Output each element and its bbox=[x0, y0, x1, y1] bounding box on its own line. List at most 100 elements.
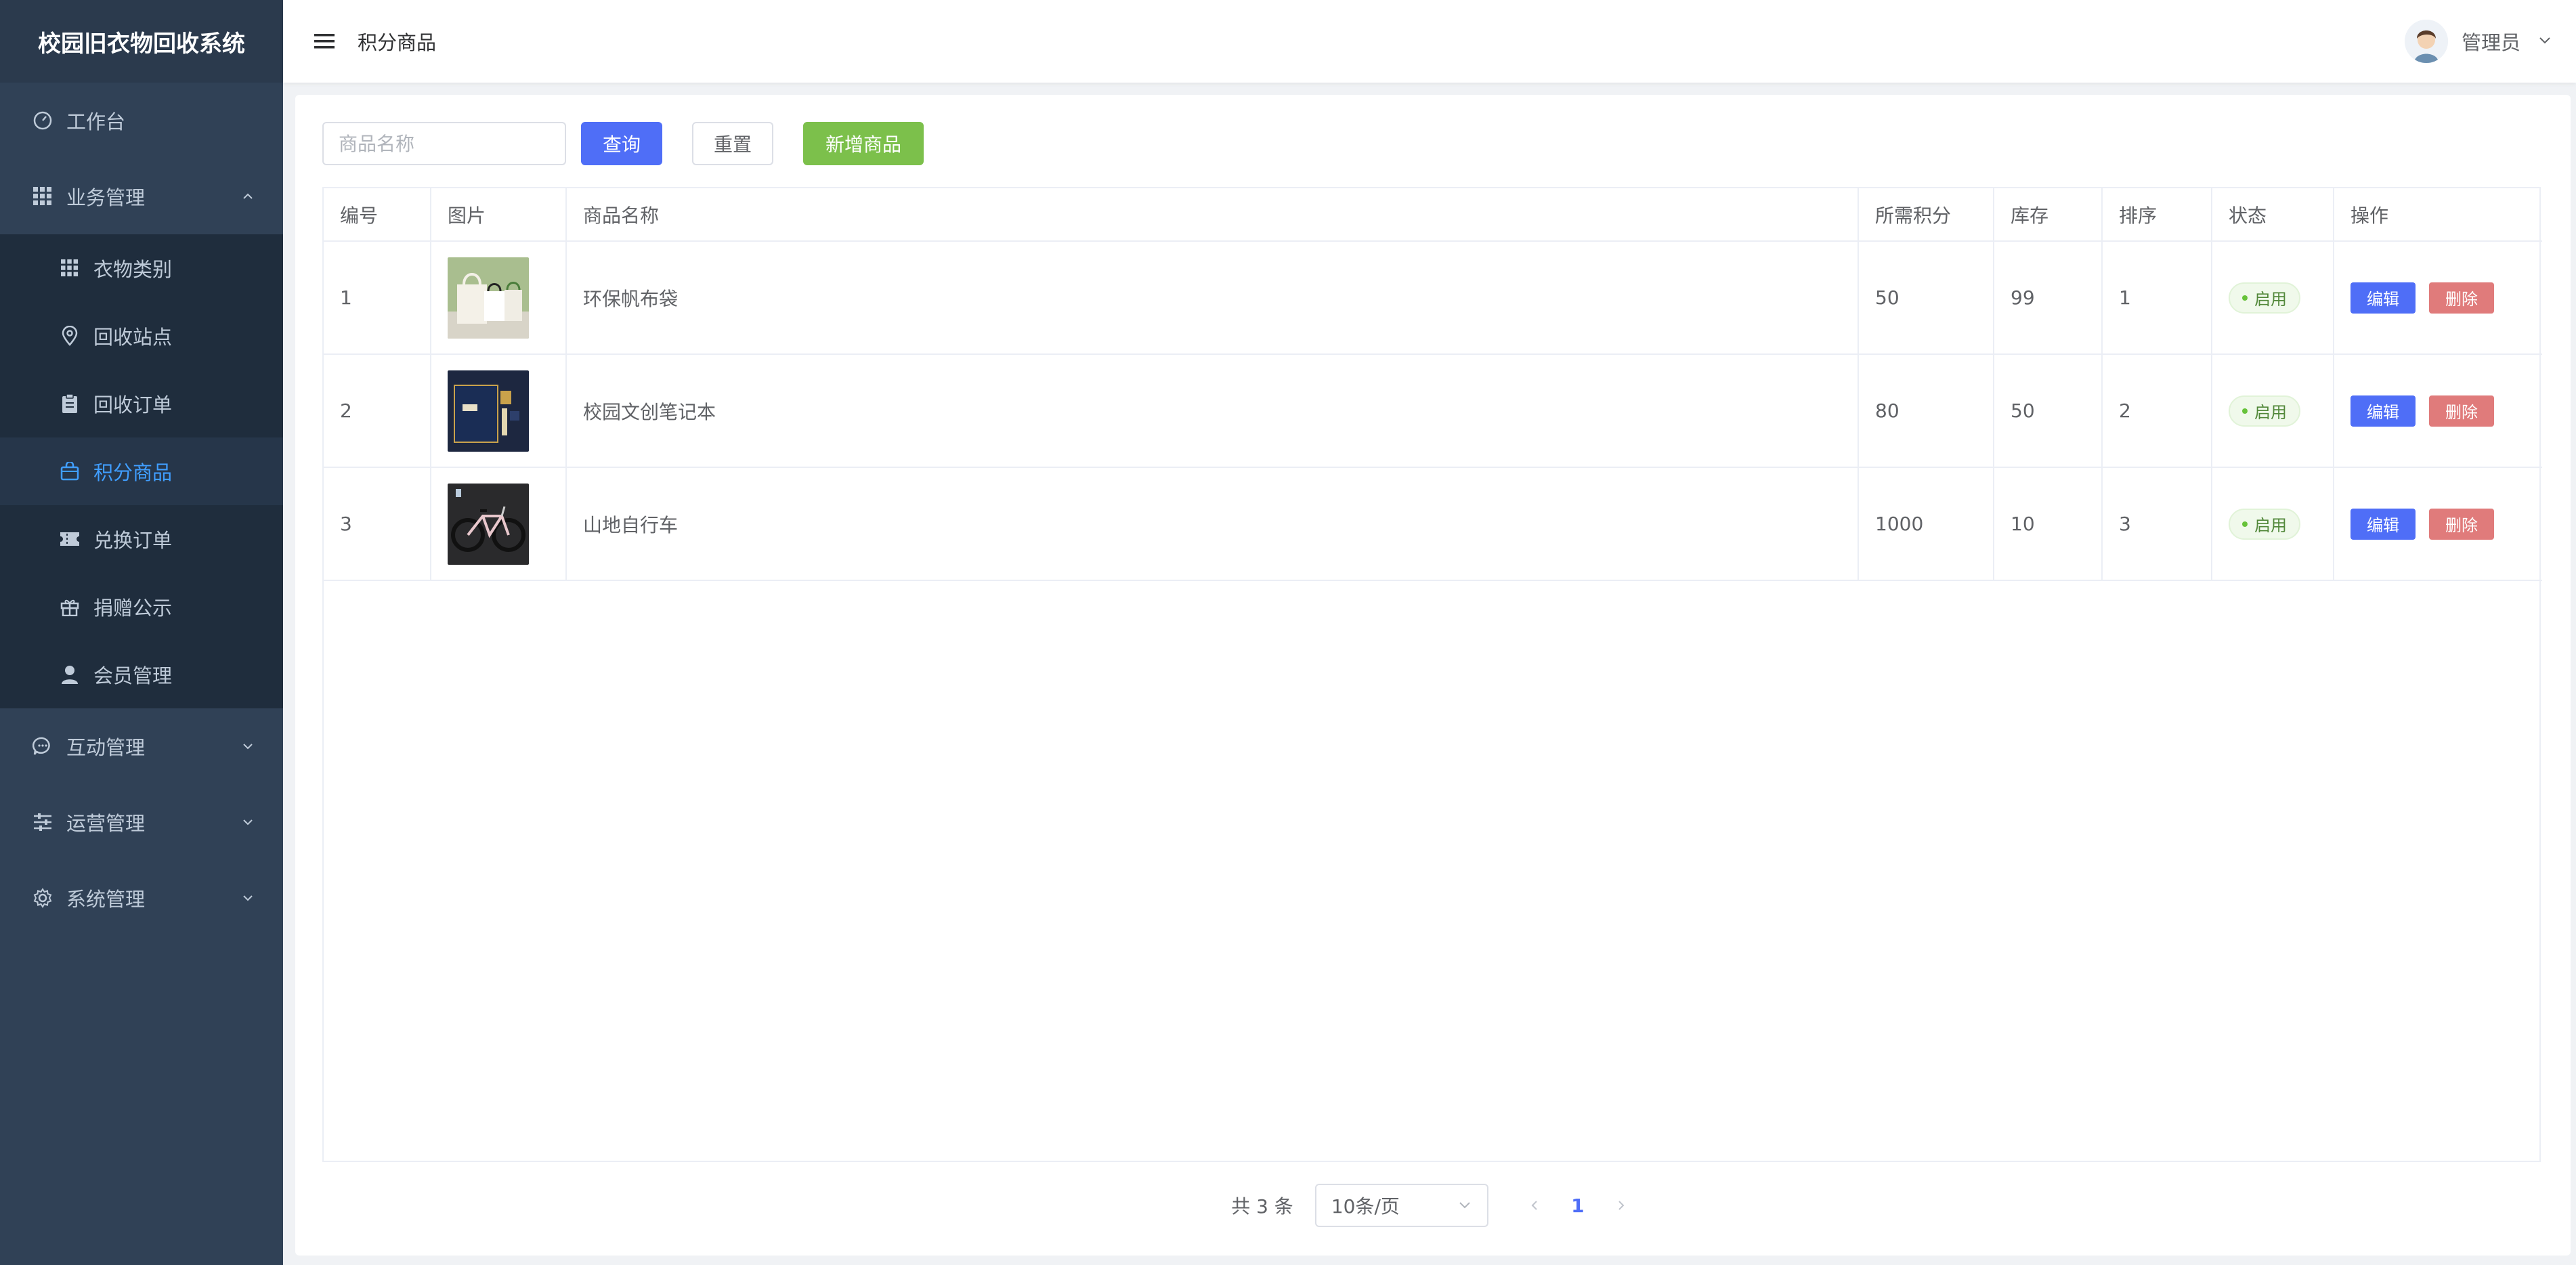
cell-stock: 50 bbox=[1994, 354, 2103, 468]
dashboard-icon bbox=[31, 109, 54, 132]
cell-image bbox=[431, 467, 567, 581]
delete-button[interactable]: 删除 bbox=[2429, 508, 2494, 540]
sidebar-item-operation[interactable]: 运营管理 bbox=[0, 784, 283, 860]
cell-stock: 99 bbox=[1994, 241, 2103, 355]
cell-actions: 编辑 删除 bbox=[2334, 467, 2542, 581]
menu-toggle-icon[interactable] bbox=[313, 30, 336, 53]
table-row: 2 校园文创笔记本 80 50 2 启用 编辑 删除 bbox=[324, 354, 2542, 468]
cell-points: 50 bbox=[1858, 241, 1994, 355]
add-goods-button[interactable]: 新增商品 bbox=[803, 122, 924, 165]
table-header-row: 编号 图片 商品名称 所需积分 库存 排序 状态 操作 bbox=[324, 188, 2542, 242]
sidebar-item-label: 兑换订单 bbox=[93, 529, 173, 552]
breadcrumb: 积分商品 bbox=[358, 31, 437, 54]
column-header: 编号 bbox=[324, 188, 431, 242]
sidebar-item-label: 捐赠公示 bbox=[93, 597, 173, 620]
column-header: 状态 bbox=[2212, 188, 2334, 242]
cell-name: 校园文创笔记本 bbox=[566, 354, 1859, 468]
sidebar-item-business[interactable]: 业务管理 bbox=[0, 158, 283, 234]
user-menu[interactable]: 管理员 bbox=[2404, 0, 2553, 83]
goods-image-bicycle[interactable] bbox=[448, 483, 529, 565]
pagination: 共 3 条 10条/页 1 bbox=[295, 1184, 2571, 1227]
search-input[interactable] bbox=[322, 122, 566, 165]
sidebar-item-exchange-order[interactable]: 兑换订单 bbox=[0, 505, 283, 573]
sidebar-item-recycle-order[interactable]: 回收订单 bbox=[0, 370, 283, 437]
sidebar-item-label: 积分商品 bbox=[93, 461, 173, 484]
cell-name: 山地自行车 bbox=[566, 467, 1859, 581]
gear-icon bbox=[31, 886, 54, 909]
sidebar-item-label: 衣物类别 bbox=[93, 258, 173, 281]
status-dot bbox=[2242, 295, 2248, 301]
column-header: 商品名称 bbox=[566, 188, 1859, 242]
query-button[interactable]: 查询 bbox=[581, 122, 662, 165]
page-size-value: 10条/页 bbox=[1331, 1195, 1400, 1218]
main-panel: 查询 重置 新增商品 编号 图片 商品名称 所需积分 库存 排序 状态 操作 bbox=[295, 95, 2571, 1256]
cell-sort: 1 bbox=[2102, 241, 2212, 355]
cell-actions: 编辑 删除 bbox=[2334, 241, 2542, 355]
goods-table: 编号 图片 商品名称 所需积分 库存 排序 状态 操作 1 环保帆布袋 50 9… bbox=[322, 187, 2542, 1162]
gift-icon bbox=[58, 595, 81, 618]
sidebar-item-system[interactable]: 系统管理 bbox=[0, 860, 283, 936]
app-title: 校园旧衣物回收系统 bbox=[0, 0, 283, 83]
cell-id: 3 bbox=[324, 467, 431, 581]
chevron-down-icon bbox=[240, 738, 256, 754]
goods-image-notebook[interactable] bbox=[448, 370, 529, 452]
total-count: 共 3 条 bbox=[1231, 1195, 1293, 1218]
prev-page-button[interactable] bbox=[1521, 1192, 1548, 1219]
column-header: 所需积分 bbox=[1858, 188, 1994, 242]
edit-button[interactable]: 编辑 bbox=[2350, 508, 2416, 540]
sidebar-item-label: 回收订单 bbox=[93, 393, 173, 416]
bag-icon bbox=[58, 460, 81, 483]
cell-points: 1000 bbox=[1858, 467, 1994, 581]
page-size-select[interactable]: 10条/页 bbox=[1314, 1184, 1488, 1227]
sidebar-item-donation-notice[interactable]: 捐赠公示 bbox=[0, 573, 283, 641]
cell-actions: 编辑 删除 bbox=[2334, 354, 2542, 468]
edit-button[interactable]: 编辑 bbox=[2350, 282, 2416, 314]
cell-id: 1 bbox=[324, 241, 431, 355]
column-header: 操作 bbox=[2334, 188, 2542, 242]
next-page-button[interactable] bbox=[1608, 1192, 1635, 1219]
status-badge: 启用 bbox=[2229, 508, 2300, 540]
table-row: 1 环保帆布袋 50 99 1 启用 编辑 删除 bbox=[324, 241, 2542, 355]
chevron-up-icon bbox=[240, 188, 256, 205]
cell-status: 启用 bbox=[2212, 354, 2334, 468]
column-header: 库存 bbox=[1994, 188, 2103, 242]
sidebar-item-clothing-category[interactable]: 衣物类别 bbox=[0, 234, 283, 302]
top-header: 积分商品 管理员 bbox=[283, 0, 2576, 83]
cell-image bbox=[431, 354, 567, 468]
cell-sort: 3 bbox=[2102, 467, 2212, 581]
ticket-icon bbox=[58, 528, 81, 551]
sidebar-item-label: 业务管理 bbox=[66, 186, 146, 209]
goods-image-canvas-bag[interactable] bbox=[448, 257, 529, 339]
sidebar-item-label: 回收站点 bbox=[93, 326, 173, 349]
grid-icon bbox=[31, 185, 54, 208]
sidebar-item-label: 运营管理 bbox=[66, 812, 146, 835]
cell-stock: 10 bbox=[1994, 467, 2103, 581]
reset-button[interactable]: 重置 bbox=[692, 122, 773, 165]
status-text: 启用 bbox=[2254, 516, 2287, 535]
edit-button[interactable]: 编辑 bbox=[2350, 395, 2416, 427]
page-number[interactable]: 1 bbox=[1563, 1195, 1593, 1217]
avatar bbox=[2404, 20, 2448, 63]
sidebar-item-label: 系统管理 bbox=[66, 888, 146, 911]
sidebar-item-recycle-station[interactable]: 回收站点 bbox=[0, 302, 283, 370]
business-submenu: 衣物类别 回收站点 回收订单 积分商品 兑换订单 捐赠公示 会员管理 bbox=[0, 234, 283, 708]
cell-image bbox=[431, 241, 567, 355]
delete-button[interactable]: 删除 bbox=[2429, 282, 2494, 314]
sidebar-item-label: 互动管理 bbox=[66, 736, 146, 759]
grid-icon bbox=[58, 257, 81, 280]
search-toolbar: 查询 重置 新增商品 bbox=[322, 122, 924, 165]
user-name: 管理员 bbox=[2461, 31, 2520, 54]
delete-button[interactable]: 删除 bbox=[2429, 395, 2494, 427]
chevron-down-icon bbox=[240, 890, 256, 906]
sidebar-item-interaction[interactable]: 互动管理 bbox=[0, 708, 283, 784]
status-dot bbox=[2242, 408, 2248, 414]
sidebar-item-dashboard[interactable]: 工作台 bbox=[0, 83, 283, 158]
sidebar: 校园旧衣物回收系统 工作台 业务管理 衣物类别 回收站点 回收订单 积分商品 兑… bbox=[0, 0, 283, 1265]
status-text: 启用 bbox=[2254, 290, 2287, 309]
cell-name: 环保帆布袋 bbox=[566, 241, 1859, 355]
cell-status: 启用 bbox=[2212, 467, 2334, 581]
sidebar-item-member[interactable]: 会员管理 bbox=[0, 641, 283, 708]
sidebar-item-label: 工作台 bbox=[66, 110, 126, 133]
location-icon bbox=[58, 324, 81, 347]
sidebar-item-points-goods[interactable]: 积分商品 bbox=[0, 437, 283, 505]
